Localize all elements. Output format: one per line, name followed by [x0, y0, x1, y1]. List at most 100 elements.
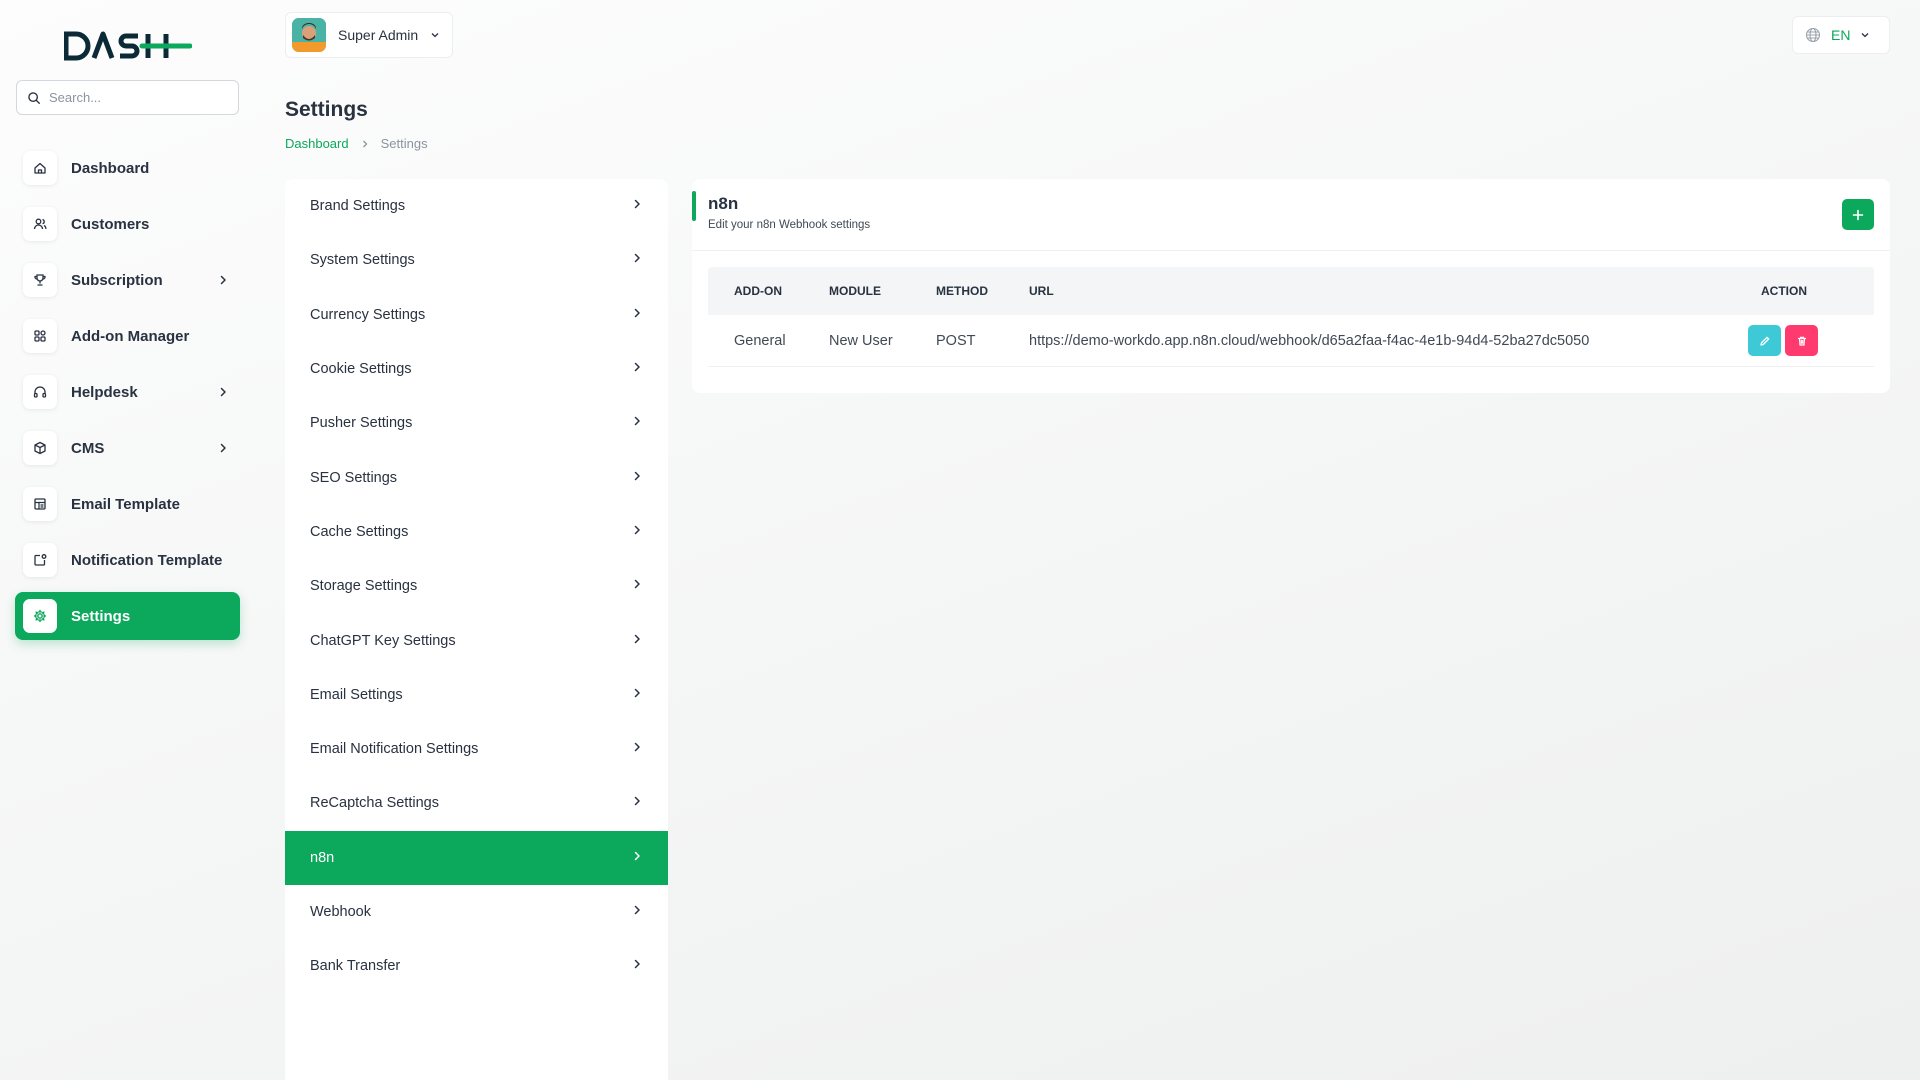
- chevron-right-icon: [632, 415, 642, 431]
- settings-item-storage-settings[interactable]: Storage Settings: [285, 559, 668, 613]
- chevron-right-icon: [632, 470, 642, 486]
- sidebar-item-customers[interactable]: Customers: [15, 200, 240, 248]
- cell-addon: General: [734, 332, 786, 349]
- page-title: Settings: [285, 98, 368, 121]
- home-icon: [23, 151, 57, 185]
- table-header: ADD-ON MODULE METHOD URL ACTION: [708, 267, 1874, 315]
- users-icon: [23, 207, 57, 241]
- settings-item-n8n[interactable]: n8n: [285, 830, 668, 885]
- settings-item-label: Email Notification Settings: [310, 741, 479, 758]
- settings-item-seo-settings[interactable]: SEO Settings: [285, 450, 668, 504]
- search-box[interactable]: [16, 80, 239, 115]
- chevron-right-icon: [632, 795, 642, 811]
- chevron-right-icon: [632, 524, 642, 540]
- settings-item-cache-settings[interactable]: Cache Settings: [285, 505, 668, 559]
- table-row: General New User POST https://demo-workd…: [708, 315, 1874, 367]
- sidebar-item-label: Settings: [71, 607, 131, 625]
- settings-item-pusher-settings[interactable]: Pusher Settings: [285, 396, 668, 450]
- settings-item-brand-settings[interactable]: Brand Settings: [285, 179, 668, 233]
- sidebar-item-email-template[interactable]: Email Template: [15, 480, 240, 528]
- settings-item-label: Email Settings: [310, 686, 403, 703]
- sidebar-item-notification-template[interactable]: Notification Template: [15, 536, 240, 584]
- cell-method: POST: [936, 332, 976, 349]
- delete-button[interactable]: [1785, 325, 1818, 356]
- user-name: Super Admin: [338, 27, 419, 43]
- settings-item-label: Pusher Settings: [310, 415, 413, 432]
- col-action: ACTION: [1761, 284, 1807, 298]
- card-header: n8n Edit your n8n Webhook settings: [692, 179, 1890, 251]
- webhook-table: ADD-ON MODULE METHOD URL ACTION General …: [708, 267, 1874, 367]
- settings-item-label: n8n: [310, 849, 335, 866]
- avatar: [292, 18, 326, 52]
- settings-item-label: Cache Settings: [310, 523, 409, 540]
- sidebar-item-helpdesk[interactable]: Helpdesk: [15, 368, 240, 416]
- sidebar-nav: Dashboard Customers Subscription Add-on …: [15, 144, 240, 648]
- settings-item-chatgpt-key-settings[interactable]: ChatGPT Key Settings: [285, 613, 668, 667]
- settings-item-bank-transfer[interactable]: Bank Transfer: [285, 939, 668, 993]
- settings-item-recaptcha-settings[interactable]: ReCaptcha Settings: [285, 776, 668, 830]
- globe-icon: [1805, 27, 1821, 43]
- sidebar-item-label: Customers: [71, 215, 150, 233]
- chevron-right-icon: [632, 307, 642, 323]
- sidebar-item-label: Notification Template: [71, 551, 223, 569]
- settings-item-email-settings[interactable]: Email Settings: [285, 668, 668, 722]
- language-selector[interactable]: EN: [1792, 16, 1890, 54]
- col-method: METHOD: [936, 284, 988, 298]
- headphones-icon: [23, 375, 57, 409]
- trash-icon: [1797, 336, 1806, 346]
- notification-icon: [23, 543, 57, 577]
- chevron-down-icon: [431, 33, 439, 38]
- settings-item-webhook[interactable]: Webhook: [285, 885, 668, 939]
- sidebar-item-label: CMS: [71, 439, 105, 457]
- sidebar-item-label: Helpdesk: [71, 383, 138, 401]
- settings-menu: Brand Settings System Settings Currency …: [285, 179, 668, 1080]
- chevron-right-icon: [632, 361, 642, 377]
- settings-item-label: SEO Settings: [310, 469, 398, 486]
- table-body: General New User POST https://demo-workd…: [708, 315, 1874, 367]
- language-code: EN: [1831, 27, 1851, 43]
- user-menu-button[interactable]: Super Admin: [285, 12, 453, 58]
- card-subtitle: Edit your n8n Webhook settings: [708, 219, 871, 231]
- sidebar-item-label: Dashboard: [71, 159, 150, 177]
- chevron-right-icon: [632, 687, 642, 703]
- chevron-right-icon: [632, 252, 642, 268]
- sidebar-item-add-on-manager[interactable]: Add-on Manager: [15, 312, 240, 360]
- settings-item-cookie-settings[interactable]: Cookie Settings: [285, 342, 668, 396]
- search-input[interactable]: [49, 90, 229, 105]
- sidebar-item-label: Add-on Manager: [71, 327, 190, 345]
- chevron-right-icon: [632, 850, 642, 866]
- settings-item-system-settings[interactable]: System Settings: [285, 233, 668, 287]
- settings-item-label: Webhook: [310, 904, 371, 920]
- chevron-right-icon: [632, 904, 642, 920]
- template-icon: [23, 487, 57, 521]
- sidebar-item-dashboard[interactable]: Dashboard: [15, 144, 240, 192]
- card-title: n8n: [708, 194, 739, 213]
- settings-item-label: Brand Settings: [310, 198, 406, 215]
- chevron-right-icon: [218, 273, 228, 291]
- settings-item-currency-settings[interactable]: Currency Settings: [285, 288, 668, 342]
- chevron-right-icon: [361, 139, 369, 149]
- col-url: URL: [1029, 284, 1054, 298]
- sidebar-item-settings[interactable]: Settings: [15, 592, 240, 640]
- sidebar-item-subscription[interactable]: Subscription: [15, 256, 240, 304]
- chevron-right-icon: [218, 441, 228, 459]
- dash-logo[interactable]: [64, 28, 192, 64]
- settings-item-label: Cookie Settings: [310, 361, 412, 378]
- cell-actions: [1748, 325, 1818, 356]
- edit-button[interactable]: [1748, 325, 1781, 356]
- settings-item-label: ChatGPT Key Settings: [310, 632, 456, 649]
- pencil-icon: [1759, 336, 1769, 346]
- chevron-right-icon: [632, 633, 642, 649]
- chevron-down-icon: [1861, 33, 1869, 38]
- grid-icon: [23, 319, 57, 353]
- cell-module: New User: [829, 332, 893, 349]
- col-addon: ADD-ON: [734, 284, 782, 298]
- breadcrumb-current: Settings: [380, 136, 428, 151]
- breadcrumb-dashboard[interactable]: Dashboard: [285, 136, 349, 151]
- gear-icon: [23, 599, 57, 633]
- add-webhook-button[interactable]: [1842, 199, 1874, 230]
- sidebar-item-cms[interactable]: CMS: [15, 424, 240, 472]
- settings-item-email-notification-settings[interactable]: Email Notification Settings: [285, 722, 668, 776]
- chevron-right-icon: [632, 958, 642, 974]
- trophy-icon: [23, 263, 57, 297]
